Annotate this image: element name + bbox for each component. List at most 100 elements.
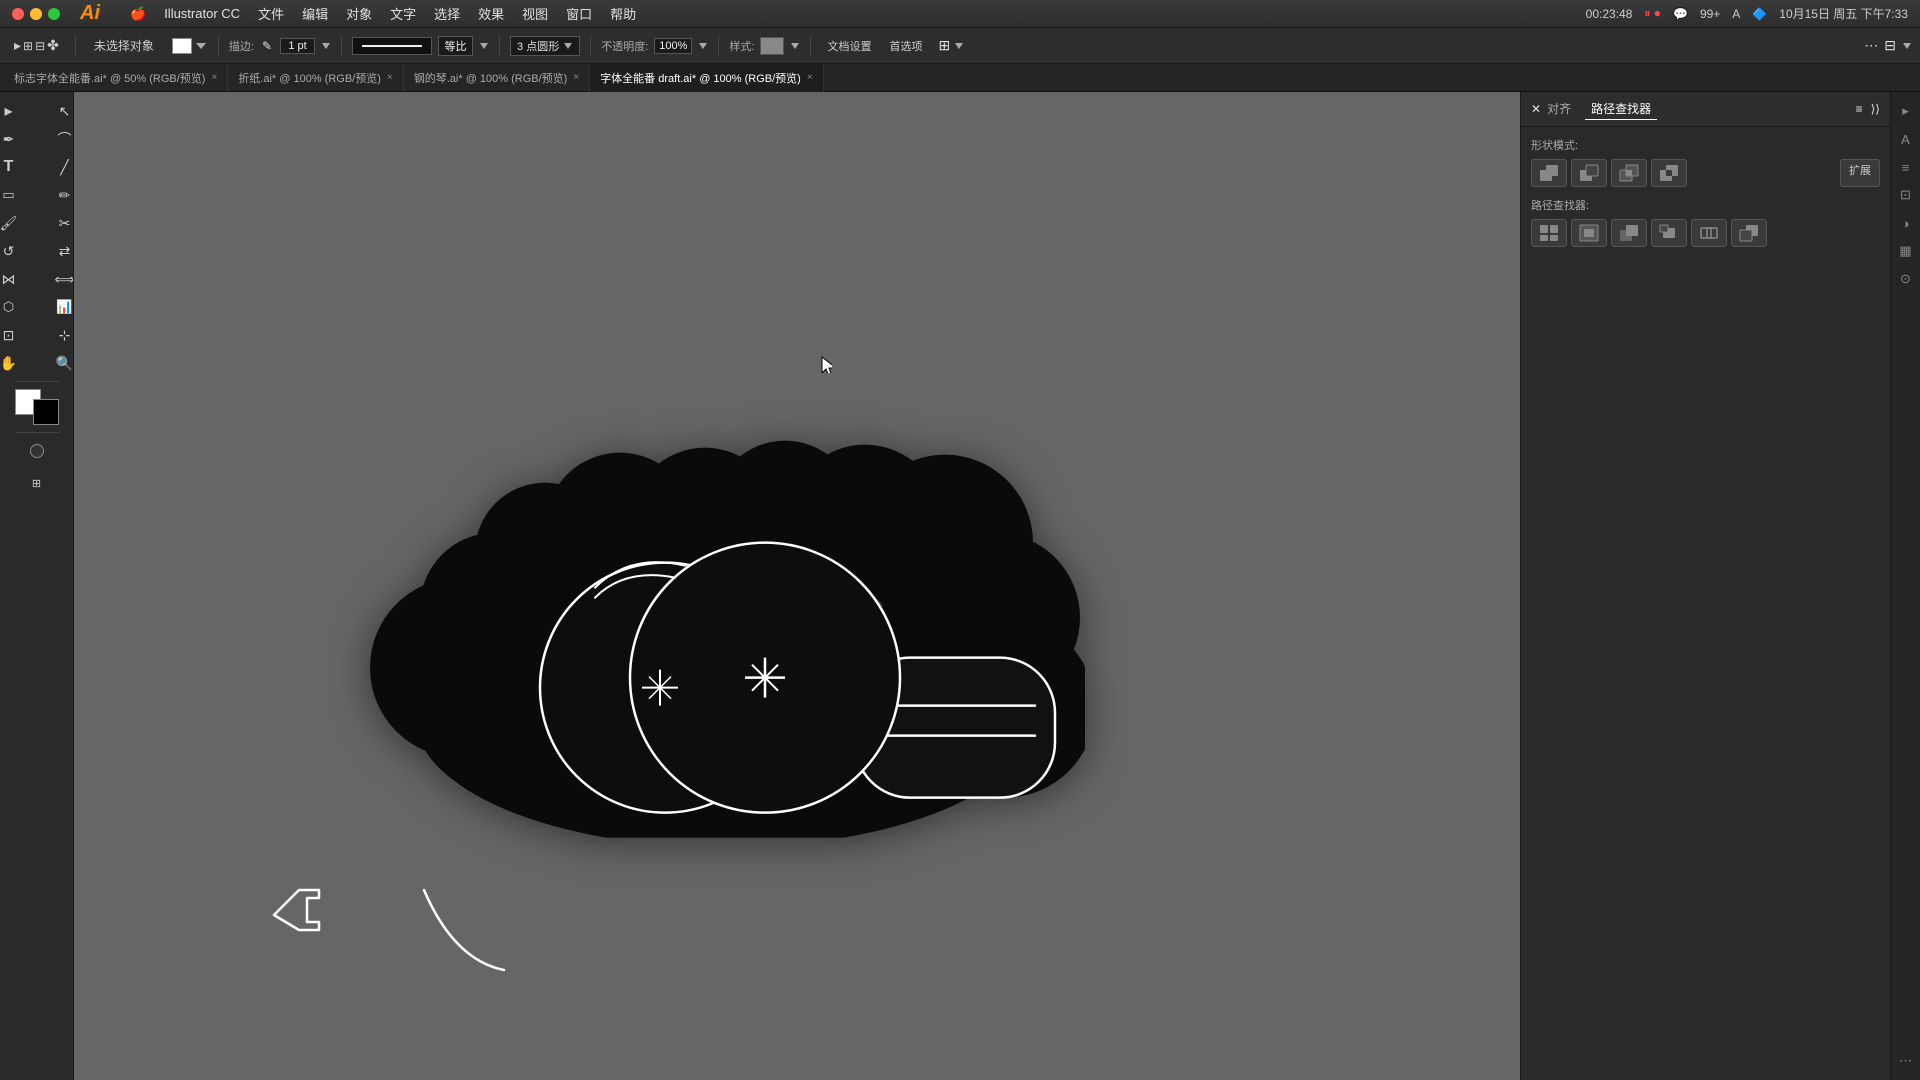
- tab-1-close[interactable]: ×: [387, 72, 393, 83]
- rotate-tool[interactable]: ↺: [0, 238, 36, 264]
- symbol-tool[interactable]: ⬡: [0, 294, 36, 320]
- align-icon[interactable]: ⊞: [938, 37, 950, 54]
- panel-menu-icon[interactable]: ≡: [1856, 102, 1863, 116]
- view-dropdown-icon[interactable]: [1902, 41, 1912, 51]
- zoom-tool[interactable]: 🔍: [38, 350, 75, 376]
- brush-selector[interactable]: 3 点圆形: [510, 36, 580, 56]
- crop-button[interactable]: [1651, 219, 1687, 247]
- strip-arrow-icon[interactable]: ▸: [1895, 100, 1917, 122]
- record-btn[interactable]: ⏸ ●: [1644, 6, 1661, 21]
- paint-brush-tool[interactable]: 🖌: [0, 210, 36, 236]
- menu-help[interactable]: 帮助: [610, 4, 636, 23]
- panel-close-icon[interactable]: ✕: [1531, 102, 1541, 116]
- mirror-tool[interactable]: ⇄: [38, 238, 75, 264]
- tab-3[interactable]: 字体全能番 draft.ai* @ 100% (RGB/预览) ×: [590, 64, 824, 92]
- view-controls-right[interactable]: ⋯ ⊟: [1864, 37, 1912, 54]
- menu-view[interactable]: 视图: [522, 4, 548, 23]
- menu-window[interactable]: 窗口: [566, 4, 592, 23]
- type-tool[interactable]: T: [0, 154, 36, 180]
- artboards-btn[interactable]: ⊞: [10, 470, 64, 496]
- trim-button[interactable]: [1571, 219, 1607, 247]
- minimize-button[interactable]: [30, 8, 42, 20]
- brush-dropdown-icon[interactable]: [563, 41, 573, 51]
- window-controls[interactable]: [12, 8, 60, 20]
- align-icons[interactable]: ⊞: [938, 37, 964, 54]
- minus-front-button[interactable]: [1571, 159, 1607, 187]
- tab-2[interactable]: 钢的琴.ai* @ 100% (RGB/预览) ×: [404, 64, 590, 92]
- stroke-color-swatch[interactable]: [172, 38, 192, 54]
- slice-tool[interactable]: ⊹: [38, 322, 75, 348]
- background-swatch[interactable]: [33, 399, 59, 425]
- unite-button[interactable]: [1531, 159, 1567, 187]
- tab-1[interactable]: 折纸.ai* @ 100% (RGB/预览) ×: [228, 64, 403, 92]
- panel-icon[interactable]: ⊟: [1884, 37, 1896, 54]
- curvature-tool[interactable]: ⌒: [38, 126, 75, 152]
- doc-setup-button[interactable]: 文档设置: [821, 36, 877, 56]
- warp-tool[interactable]: ⋈: [0, 266, 36, 292]
- menu-effect[interactable]: 效果: [478, 4, 504, 23]
- color-swatches[interactable]: [15, 389, 59, 425]
- pen-tool[interactable]: ✒: [0, 126, 36, 152]
- stroke-weight-value[interactable]: 1 pt: [280, 38, 315, 54]
- opacity-dropdown-icon[interactable]: [698, 41, 708, 51]
- strip-chart-icon[interactable]: ▦: [1895, 240, 1917, 262]
- strip-appearance-icon[interactable]: ◑: [1895, 212, 1917, 234]
- line-tool[interactable]: ╱: [38, 154, 75, 180]
- pathfinder-tab[interactable]: 路径查找器: [1585, 98, 1657, 120]
- eraser-tool[interactable]: ✂: [38, 210, 75, 236]
- strip-brush-icon[interactable]: A: [1895, 128, 1917, 150]
- expand-button[interactable]: 扩展: [1840, 159, 1880, 187]
- wechat-icon[interactable]: 💬: [1673, 7, 1688, 21]
- graph-tool[interactable]: 📊: [38, 294, 75, 320]
- extra-icon[interactable]: ✤: [47, 37, 59, 54]
- style-dropdown-icon[interactable]: [790, 41, 800, 51]
- align-dropdown-icon[interactable]: [954, 41, 964, 51]
- menu-bar[interactable]: 🍎 Illustrator CC 文件 编辑 对象 文字 选择 效果 视图 窗口…: [130, 4, 636, 23]
- width-tool[interactable]: ⟺: [38, 266, 75, 292]
- close-button[interactable]: [12, 8, 24, 20]
- menu-select[interactable]: 选择: [434, 4, 460, 23]
- tab-0-close[interactable]: ×: [211, 72, 217, 83]
- divide-button[interactable]: [1531, 219, 1567, 247]
- stroke-type-value[interactable]: 等比: [438, 36, 473, 56]
- strip-color-icon[interactable]: ⊙: [1895, 268, 1917, 290]
- merge-button[interactable]: [1611, 219, 1647, 247]
- stroke-circle[interactable]: [10, 438, 64, 464]
- arrange-icon[interactable]: ⊟: [35, 39, 45, 53]
- select-tool-icon[interactable]: ▸: [14, 37, 21, 54]
- strip-align-icon[interactable]: ≡: [1895, 156, 1917, 178]
- stroke-weight-dropdown[interactable]: [321, 41, 331, 51]
- fill-rect[interactable]: [0, 438, 8, 464]
- strip-transform-icon[interactable]: ⊡: [1895, 184, 1917, 206]
- grid-dots-icon[interactable]: ⋯: [1864, 37, 1878, 54]
- tool-buttons-group[interactable]: ▸ ⊞ ⊟ ✤: [8, 35, 65, 56]
- tab-3-close[interactable]: ×: [807, 72, 813, 83]
- menu-app[interactable]: 🍎: [130, 6, 146, 22]
- direct-select-tool[interactable]: ↖: [38, 98, 75, 124]
- minus-back-button[interactable]: [1731, 219, 1767, 247]
- opacity-value[interactable]: 100%: [654, 38, 692, 54]
- grid-icon[interactable]: ⊞: [23, 39, 33, 53]
- stroke-type-dropdown[interactable]: [479, 41, 489, 51]
- outline-button[interactable]: [1691, 219, 1727, 247]
- gradient-btn[interactable]: ⊘: [66, 438, 75, 464]
- style-swatch[interactable]: [760, 37, 784, 55]
- tab-0[interactable]: 标志字体全能番.ai* @ 50% (RGB/预览) ×: [4, 64, 228, 92]
- tab-2-close[interactable]: ×: [573, 72, 579, 83]
- hand-tool[interactable]: ✋: [0, 350, 36, 376]
- selection-tool[interactable]: ▸: [0, 98, 36, 124]
- pencil-tool[interactable]: ✏: [38, 182, 75, 208]
- stroke-line-preview[interactable]: [352, 37, 432, 55]
- menu-object[interactable]: 对象: [346, 4, 372, 23]
- exclude-button[interactable]: [1651, 159, 1687, 187]
- menu-file[interactable]: 文件: [258, 4, 284, 23]
- stroke-dropdown-icon[interactable]: [194, 39, 208, 53]
- intersect-button[interactable]: [1611, 159, 1647, 187]
- strip-bottom-icon[interactable]: ⋯: [1895, 1050, 1917, 1072]
- prefs-button[interactable]: 首选项: [883, 36, 928, 56]
- panel-tabs[interactable]: 对齐 路径查找器: [1541, 98, 1657, 120]
- align-tab[interactable]: 对齐: [1541, 98, 1577, 120]
- menu-type[interactable]: 文字: [390, 4, 416, 23]
- artboard-tool[interactable]: ⊡: [0, 322, 36, 348]
- maximize-button[interactable]: [48, 8, 60, 20]
